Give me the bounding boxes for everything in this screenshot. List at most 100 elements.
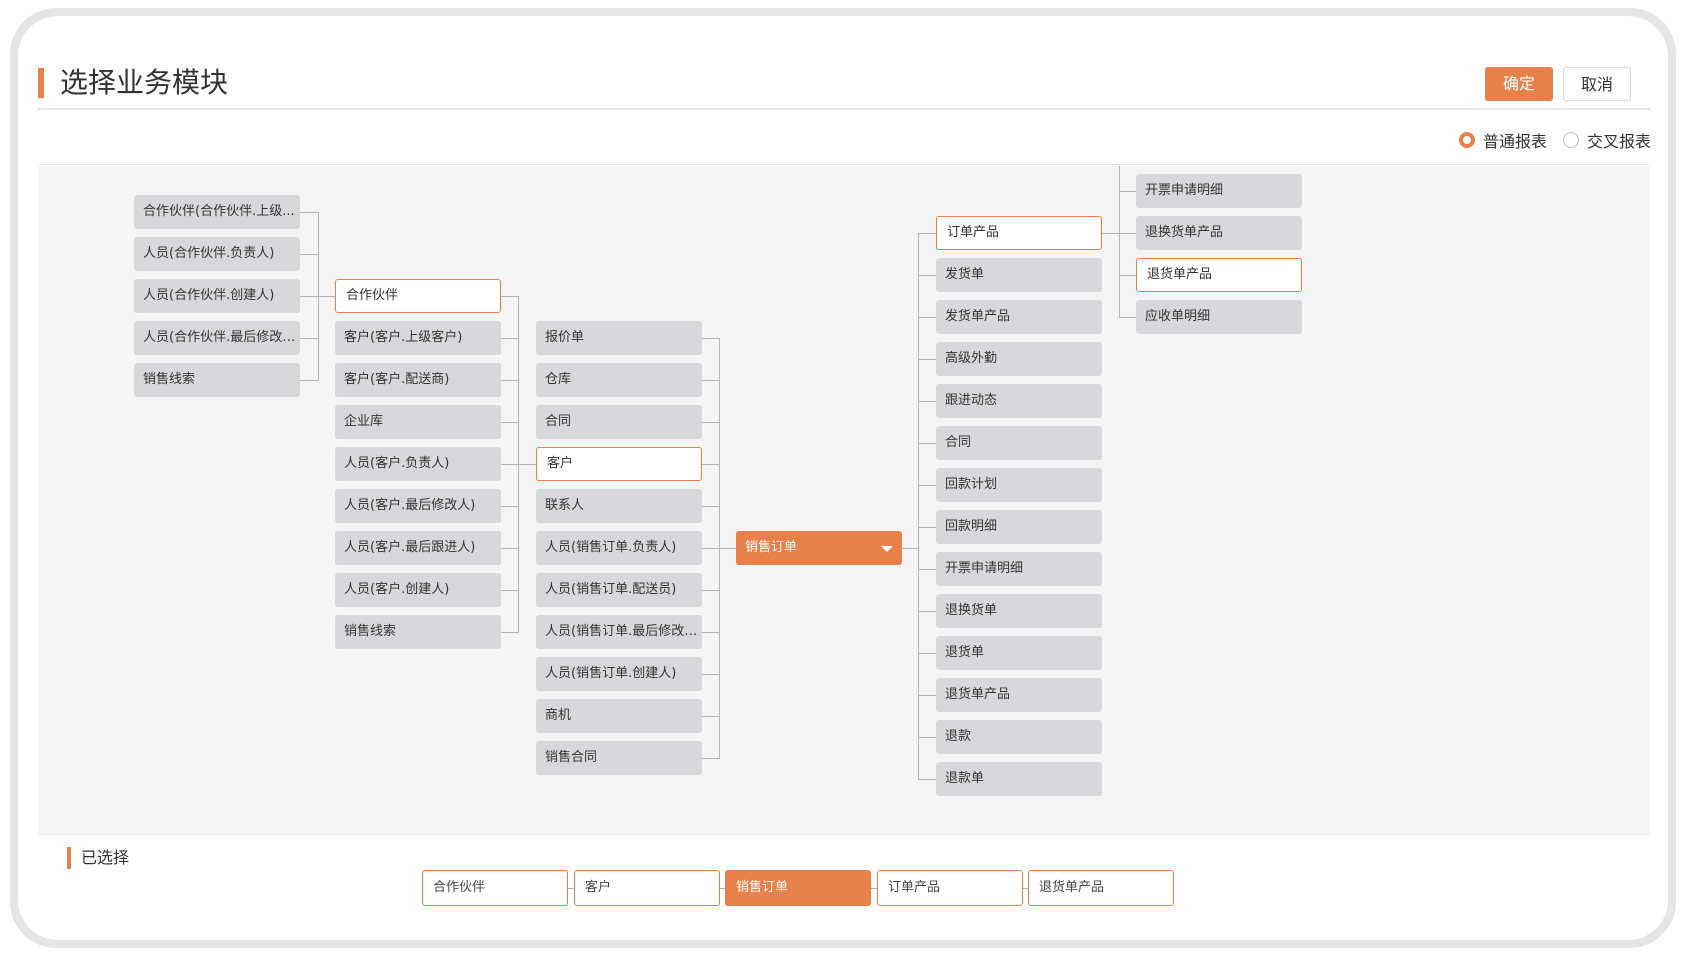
tree-node[interactable]: 退换货单产品 bbox=[1136, 216, 1302, 250]
selection-accent-bar bbox=[67, 847, 71, 869]
tree-connector-line bbox=[702, 716, 719, 717]
radio-normal-report[interactable]: 普通报表 bbox=[1458, 128, 1547, 152]
tree-node[interactable]: 企业库 bbox=[335, 405, 501, 439]
tree-node[interactable]: 联系人 bbox=[536, 489, 702, 523]
selected-module-chip[interactable]: 客户 bbox=[574, 870, 720, 906]
tree-node[interactable]: 人员(合作伙伴.最后修改人) bbox=[134, 321, 300, 355]
tree-node[interactable]: 人员(合作伙伴.创建人) bbox=[134, 279, 300, 313]
tree-node[interactable]: 商机 bbox=[536, 699, 702, 733]
tree-node[interactable]: 开票申请明细 bbox=[936, 552, 1102, 586]
tree-connector-line bbox=[1119, 317, 1136, 318]
tree-node[interactable]: 退货单产品 bbox=[1136, 258, 1302, 292]
tree-node[interactable]: 报价单 bbox=[536, 321, 702, 355]
tree-node[interactable]: 销售订单 bbox=[736, 531, 902, 565]
tree-node[interactable]: 人员(销售订单.创建人) bbox=[536, 657, 702, 691]
radio-cross-report[interactable]: 交叉报表 bbox=[1562, 128, 1651, 152]
tree-connector-line bbox=[918, 569, 936, 570]
tree-node[interactable]: 合同 bbox=[936, 426, 1102, 460]
tree-node-label: 报价单 bbox=[545, 330, 585, 345]
title-accent-bar bbox=[38, 68, 44, 98]
tree-node[interactable]: 合作伙伴 bbox=[335, 279, 501, 313]
tree-node-label: 发货单 bbox=[945, 267, 985, 282]
header-divider bbox=[38, 108, 1650, 110]
tree-node[interactable]: 退款 bbox=[936, 720, 1102, 754]
tree-connector-line bbox=[318, 296, 336, 297]
tree-connector-line bbox=[918, 233, 919, 780]
tree-node[interactable]: 回款明细 bbox=[936, 510, 1102, 544]
tree-node-label: 发货单产品 bbox=[945, 309, 1011, 324]
tree-node[interactable]: 发货单 bbox=[936, 258, 1102, 292]
selected-module-chip[interactable]: 订单产品 bbox=[877, 870, 1023, 906]
tree-node-label: 人员(合作伙伴.创建人) bbox=[143, 288, 275, 303]
selected-module-chip[interactable]: 退货单产品 bbox=[1028, 870, 1174, 906]
tree-node-label: 人员(销售订单.负责人) bbox=[545, 540, 677, 555]
tree-connector-line bbox=[702, 380, 719, 381]
tree-node[interactable]: 人员(销售订单.最后修改人) bbox=[536, 615, 702, 649]
tree-node-label: 合同 bbox=[945, 435, 972, 450]
tree-node-label: 人员(销售订单.创建人) bbox=[545, 666, 677, 681]
tree-node[interactable]: 人员(销售订单.负责人) bbox=[536, 531, 702, 565]
tree-node[interactable]: 合同 bbox=[536, 405, 702, 439]
tree-node-label: 跟进动态 bbox=[945, 393, 998, 408]
selected-module-chip[interactable]: 合作伙伴 bbox=[422, 870, 568, 906]
tree-node[interactable]: 人员(客户.最后修改人) bbox=[335, 489, 501, 523]
tree-connector-line bbox=[518, 464, 536, 465]
tree-node[interactable]: 开票申请明细 bbox=[1136, 174, 1302, 208]
tree-connector-line bbox=[300, 380, 318, 381]
tree-node[interactable]: 人员(客户.最后跟进人) bbox=[335, 531, 501, 565]
tree-node-label: 退款单 bbox=[945, 771, 985, 786]
tree-node[interactable]: 高级外勤 bbox=[936, 342, 1102, 376]
tree-node-label: 人员(合作伙伴.负责人) bbox=[143, 246, 275, 261]
tree-node[interactable]: 人员(客户.创建人) bbox=[335, 573, 501, 607]
tree-node[interactable]: 退换货单 bbox=[936, 594, 1102, 628]
selection-divider bbox=[38, 834, 1650, 835]
tree-node[interactable]: 回款计划 bbox=[936, 468, 1102, 502]
tree-node[interactable]: 退货单 bbox=[936, 636, 1102, 670]
tree-node-label: 客户 bbox=[547, 456, 574, 471]
tree-connector-line bbox=[300, 296, 318, 297]
tree-connector-line bbox=[501, 548, 518, 549]
tree-node[interactable]: 合作伙伴(合作伙伴.上级... bbox=[134, 195, 300, 229]
tree-node[interactable]: 仓库 bbox=[536, 363, 702, 397]
tree-node[interactable]: 订单产品 bbox=[936, 216, 1102, 250]
tree-connector-line bbox=[702, 464, 719, 465]
tree-node-label: 合作伙伴(合作伙伴.上级... bbox=[143, 204, 295, 219]
selected-module-chip[interactable]: 销售订单 bbox=[725, 870, 871, 906]
tree-connector-line bbox=[918, 779, 936, 780]
tree-connector-line bbox=[1102, 233, 1119, 234]
tree-connector-line bbox=[501, 632, 518, 633]
tree-connector-line bbox=[501, 338, 518, 339]
tree-connector-line bbox=[300, 254, 318, 255]
tree-node[interactable]: 销售合同 bbox=[536, 741, 702, 775]
tree-node[interactable]: 人员(销售订单.配送员) bbox=[536, 573, 702, 607]
tree-node-label: 退货单产品 bbox=[945, 687, 1011, 702]
tree-connector-line bbox=[918, 485, 936, 486]
caret-down-icon[interactable] bbox=[881, 546, 893, 552]
tree-node[interactable]: 退款单 bbox=[936, 762, 1102, 796]
tree-node[interactable]: 人员(客户.负责人) bbox=[335, 447, 501, 481]
tree-node[interactable]: 人员(合作伙伴.负责人) bbox=[134, 237, 300, 271]
tree-node-label: 企业库 bbox=[344, 414, 384, 429]
cancel-button[interactable]: 取消 bbox=[1563, 67, 1631, 101]
tree-connector-line bbox=[918, 317, 936, 318]
tree-node[interactable]: 客户(客户.配送商) bbox=[335, 363, 501, 397]
tree-node[interactable]: 客户 bbox=[536, 447, 702, 481]
radio-unchecked-icon bbox=[1562, 132, 1579, 148]
tree-node-label: 退货单产品 bbox=[1147, 267, 1213, 282]
tree-node[interactable]: 销售线索 bbox=[134, 363, 300, 397]
tree-node-label: 销售线索 bbox=[344, 624, 397, 639]
confirm-button[interactable]: 确定 bbox=[1485, 67, 1553, 101]
tree-connector-line bbox=[918, 401, 936, 402]
module-tree-canvas[interactable]: 合作伙伴(合作伙伴.上级... 人员(合作伙伴.负责人) 人员(合作伙伴.创建人) 人… bbox=[38, 166, 1650, 834]
tree-node-label: 高级外勤 bbox=[945, 351, 998, 366]
tree-node[interactable]: 跟进动态 bbox=[936, 384, 1102, 418]
tree-connector-line bbox=[1119, 191, 1136, 192]
tree-node[interactable]: 退货单产品 bbox=[936, 678, 1102, 712]
tree-node[interactable]: 销售线索 bbox=[335, 615, 501, 649]
toolbar-divider bbox=[38, 164, 1650, 165]
tree-node[interactable]: 发货单产品 bbox=[936, 300, 1102, 334]
tree-node[interactable]: 应收单明细 bbox=[1136, 300, 1302, 334]
page-title: 选择业务模块 bbox=[60, 66, 229, 99]
tree-node[interactable]: 客户(客户.上级客户) bbox=[335, 321, 501, 355]
tree-connector-line bbox=[918, 695, 936, 696]
